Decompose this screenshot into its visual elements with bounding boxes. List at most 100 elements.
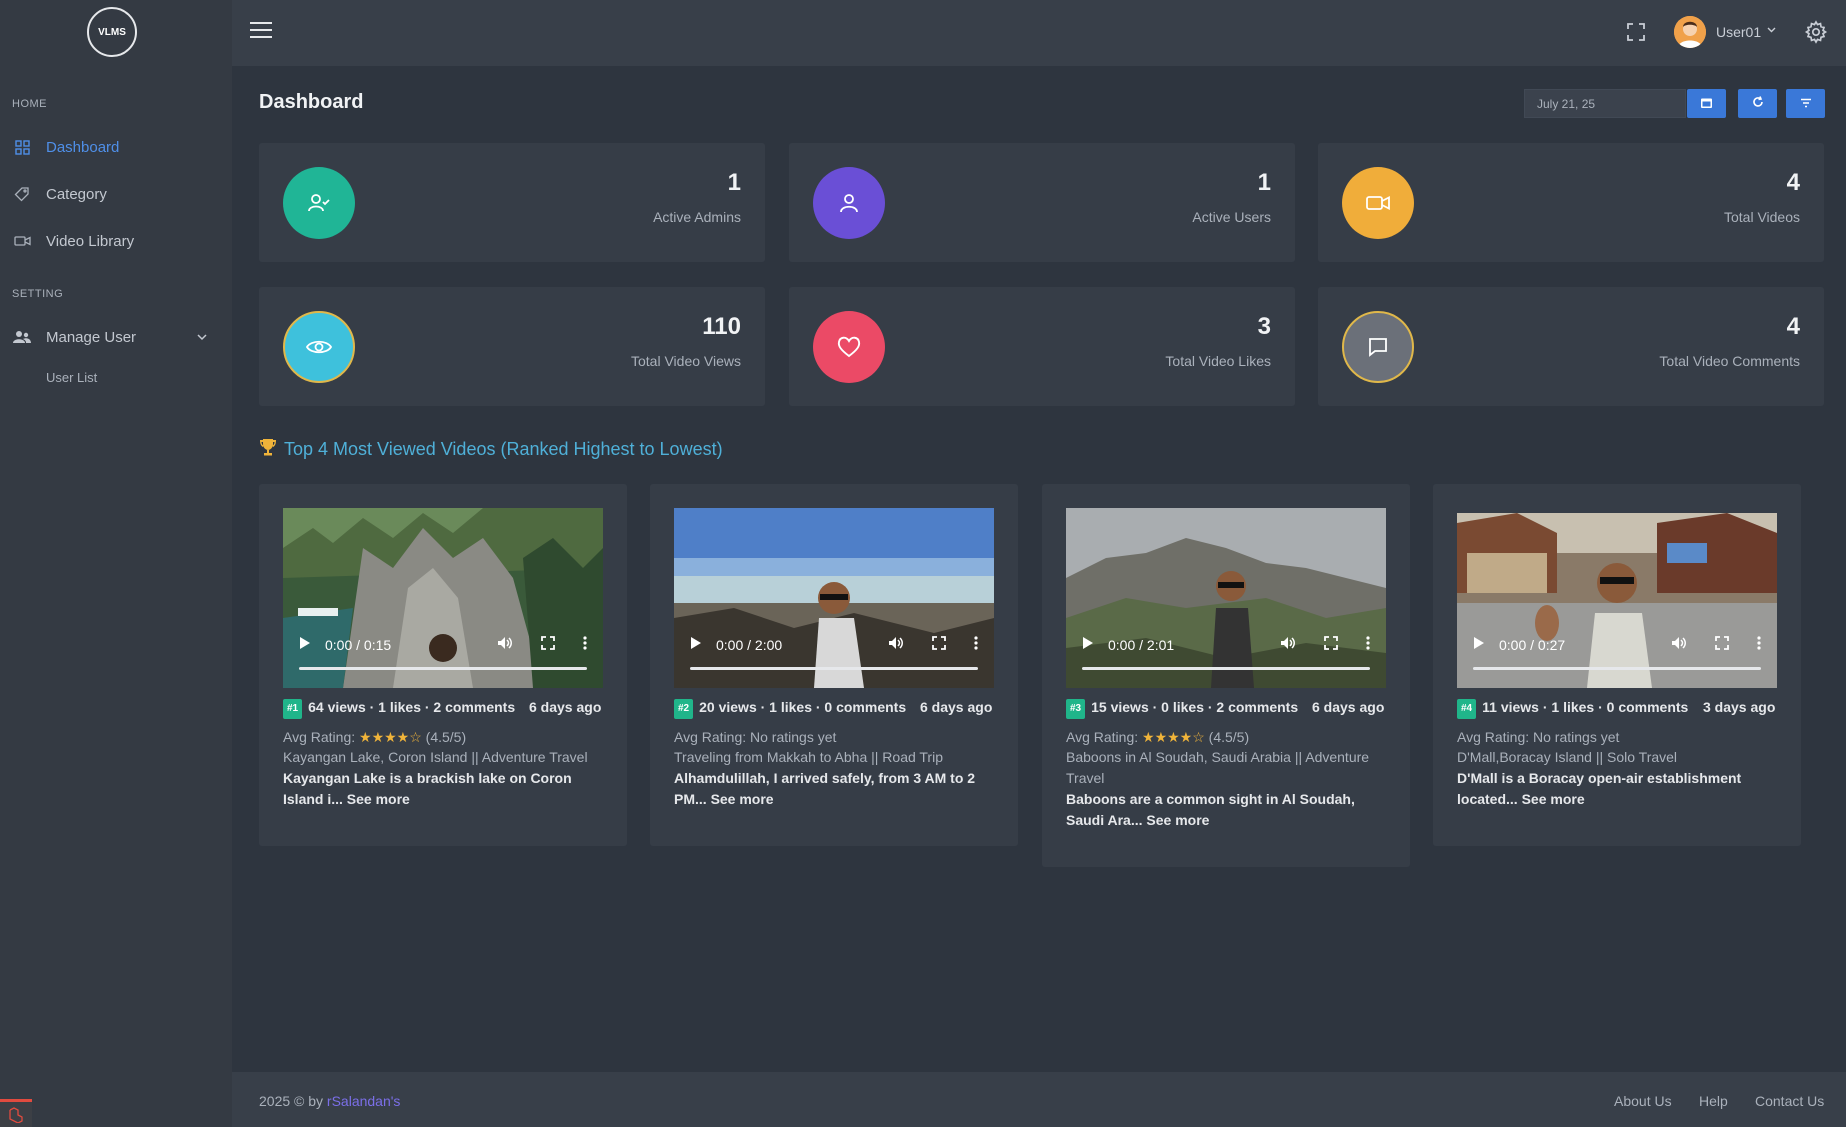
- stat-card-total-video-comments: 4 Total Video Comments: [1318, 287, 1824, 406]
- rating-stars: ★★★★☆: [1142, 729, 1205, 745]
- sidebar-item-label: Dashboard: [46, 138, 120, 156]
- sidebar-item-user-list[interactable]: User List: [46, 370, 97, 385]
- video-progress-bar[interactable]: [690, 667, 978, 670]
- stat-card-active-admins: 1 Active Admins: [259, 143, 765, 262]
- play-icon[interactable]: [690, 636, 704, 653]
- about-us-link[interactable]: About Us: [1614, 1093, 1672, 1109]
- sidebar-item-label: Category: [46, 185, 107, 203]
- avg-rating-label: Avg Rating:: [283, 729, 356, 745]
- sidebar-item-label: Video Library: [46, 232, 135, 250]
- rating-value: No ratings yet: [1533, 729, 1620, 745]
- video-meta: #3 15 views · 0 likes · 2 comments 6 days…: [1066, 698, 1386, 831]
- rating-value: No ratings yet: [750, 729, 837, 745]
- video-title: Traveling from Makkah to Abha || Road Tr…: [674, 749, 943, 765]
- section-home: HOME: [12, 98, 47, 110]
- copyright-text: 2025 © by: [259, 1093, 324, 1109]
- see-more-link[interactable]: See more: [711, 791, 774, 807]
- volume-icon[interactable]: [1671, 636, 1687, 653]
- eye-icon: [283, 311, 355, 383]
- volume-icon[interactable]: [1280, 636, 1296, 653]
- rank-badge: #2: [674, 699, 694, 719]
- video-progress-bar[interactable]: [1082, 667, 1370, 670]
- video-card: 0:00 / 2:01 #3 15 views · 0 likes · 2 com…: [1042, 484, 1410, 867]
- volume-icon[interactable]: [497, 636, 513, 653]
- footer: 2025 © by rSalandan's About Us Help Cont…: [232, 1072, 1846, 1127]
- play-icon[interactable]: [1082, 636, 1096, 653]
- stat-card-total-videos: 4 Total Videos: [1318, 143, 1824, 262]
- chevron-down-icon[interactable]: [1767, 25, 1776, 36]
- user-menu[interactable]: User01: [1716, 24, 1761, 40]
- video-card: 0:00 / 0:15 #1 64 views · 1 likes · 2 com…: [259, 484, 627, 846]
- date-input[interactable]: [1524, 89, 1686, 118]
- volume-icon[interactable]: [888, 636, 904, 653]
- video-player[interactable]: 0:00 / 0:15: [283, 508, 603, 688]
- video-camera-icon: [1342, 167, 1414, 239]
- contact-us-link[interactable]: Contact Us: [1755, 1093, 1824, 1109]
- fullscreen-icon[interactable]: [1324, 636, 1338, 653]
- see-more-link[interactable]: See more: [347, 791, 410, 807]
- avg-rating-label: Avg Rating:: [674, 729, 747, 745]
- sidebar-item-manage-user[interactable]: Manage User: [12, 322, 136, 352]
- menu-toggle-icon[interactable]: [250, 22, 272, 40]
- more-options-icon[interactable]: [974, 636, 978, 653]
- video-stats: 20 views · 1 likes · 0 comments: [699, 699, 907, 715]
- refresh-button[interactable]: [1738, 89, 1777, 118]
- refresh-icon: [1752, 95, 1764, 113]
- sidebar-item-video-library[interactable]: Video Library: [12, 226, 134, 256]
- fullscreen-icon[interactable]: [1626, 22, 1646, 47]
- video-progress-bar[interactable]: [299, 667, 587, 670]
- video-time: 0:00 / 0:27: [1499, 636, 1566, 653]
- topbar: User01: [232, 0, 1846, 66]
- sidebar-item-category[interactable]: Category: [12, 179, 107, 209]
- rating-stars: ★★★★☆: [359, 729, 422, 745]
- more-options-icon[interactable]: [1757, 636, 1761, 653]
- top-videos-heading: Top 4 Most Viewed Videos (Ranked Highest…: [260, 438, 723, 461]
- video-time: 0:00 / 0:15: [325, 636, 392, 653]
- video-player[interactable]: 0:00 / 2:01: [1066, 508, 1386, 688]
- video-stats: 11 views · 1 likes · 0 comments: [1482, 699, 1689, 715]
- play-icon[interactable]: [1473, 636, 1487, 653]
- laravel-debug-icon[interactable]: [0, 1099, 32, 1127]
- gear-icon[interactable]: [1804, 20, 1828, 49]
- video-card: 0:00 / 0:27 #4 11 views · 1 likes · 0 com…: [1433, 484, 1801, 846]
- fullscreen-icon[interactable]: [541, 636, 555, 653]
- stat-label: Total Video Comments: [1659, 353, 1800, 369]
- video-progress-bar[interactable]: [1473, 667, 1761, 670]
- more-options-icon[interactable]: [1366, 636, 1370, 653]
- trophy-icon: [260, 438, 276, 461]
- see-more-link[interactable]: See more: [1522, 791, 1585, 807]
- rank-badge: #3: [1066, 699, 1086, 719]
- filter-button[interactable]: [1786, 89, 1825, 118]
- avg-rating-label: Avg Rating:: [1457, 729, 1530, 745]
- users-icon: [12, 327, 32, 347]
- author-link[interactable]: rSalandan's: [327, 1093, 401, 1109]
- fullscreen-icon[interactable]: [1715, 636, 1729, 653]
- play-icon[interactable]: [299, 636, 313, 653]
- video-player[interactable]: 0:00 / 2:00: [674, 508, 994, 688]
- video-title: D'Mall,Boracay Island || Solo Travel: [1457, 749, 1678, 765]
- stat-value: 4: [1786, 169, 1800, 196]
- video-title: Baboons in Al Soudah, Saudi Arabia || Ad…: [1066, 749, 1370, 786]
- calendar-icon: [1701, 95, 1712, 113]
- video-age: 3 days ago: [1703, 699, 1776, 715]
- video-description: Kayangan Lake is a brackish lake on Coro…: [283, 770, 572, 807]
- see-more-link[interactable]: See more: [1146, 812, 1209, 828]
- calendar-button[interactable]: [1687, 89, 1726, 118]
- stat-card-total-video-views: 110 Total Video Views: [259, 287, 765, 406]
- sidebar: VLMS HOME Dashboard Category Video Libra…: [0, 0, 232, 1127]
- sidebar-item-dashboard[interactable]: Dashboard: [12, 132, 119, 162]
- app-logo[interactable]: VLMS: [87, 7, 137, 57]
- help-link[interactable]: Help: [1699, 1093, 1728, 1109]
- stat-card-active-users: 1 Active Users: [789, 143, 1295, 262]
- more-options-icon[interactable]: [583, 636, 587, 653]
- video-stats: 64 views · 1 likes · 2 comments: [308, 699, 516, 715]
- video-time: 0:00 / 2:01: [1108, 636, 1175, 653]
- fullscreen-icon[interactable]: [932, 636, 946, 653]
- chevron-down-icon[interactable]: [196, 328, 208, 346]
- avatar[interactable]: [1674, 16, 1706, 48]
- heart-icon: [813, 311, 885, 383]
- stat-card-total-video-likes: 3 Total Video Likes: [789, 287, 1295, 406]
- video-meta: #1 64 views · 1 likes · 2 comments 6 days…: [283, 698, 603, 810]
- video-player[interactable]: 0:00 / 0:27: [1457, 513, 1777, 688]
- sidebar-item-label: Manage User: [46, 328, 137, 346]
